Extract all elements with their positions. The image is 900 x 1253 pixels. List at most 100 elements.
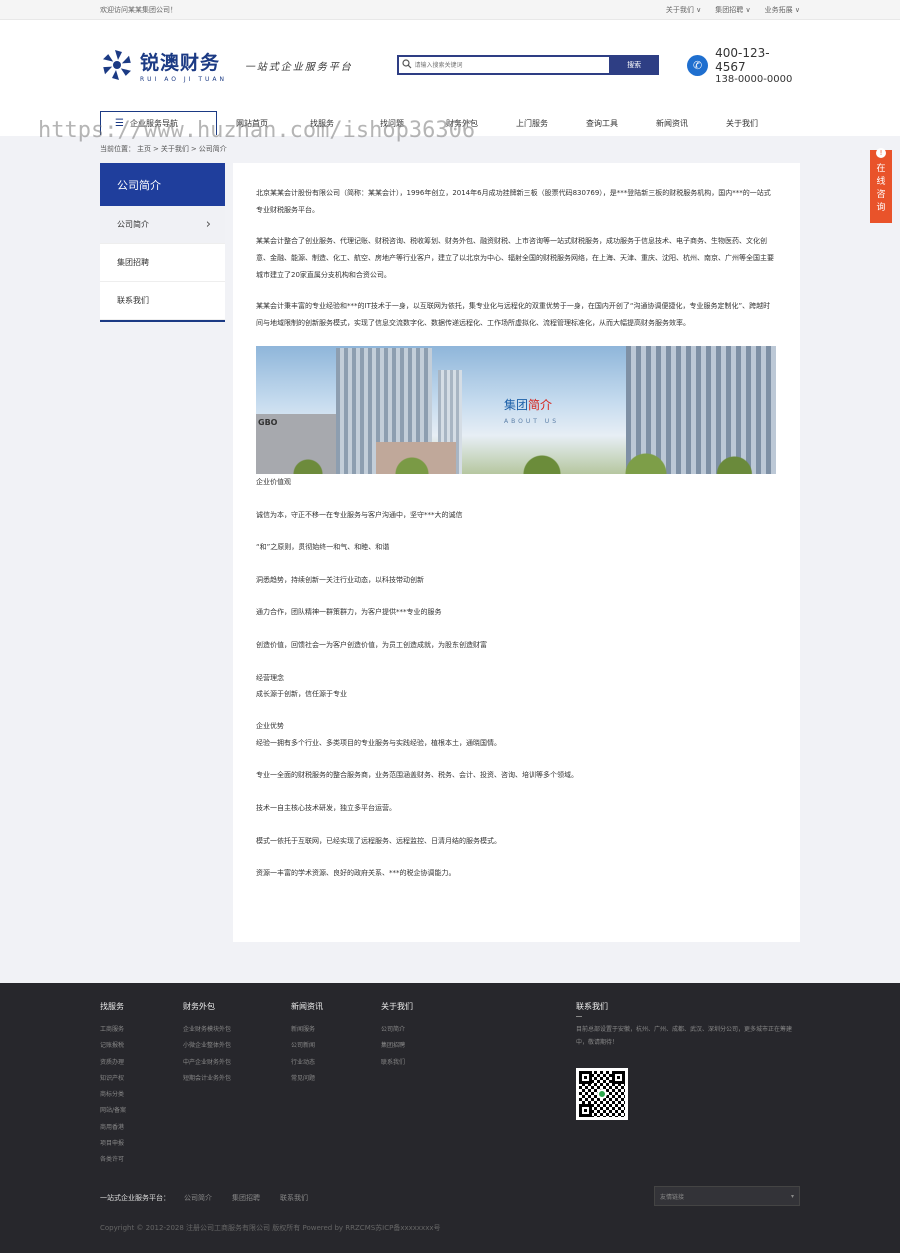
footer-bottom-link[interactable]: 集团招聘 <box>232 1193 260 1203</box>
slogan: 一站式企业服务平台 <box>244 61 353 73</box>
footer-col-title: 关于我们 <box>381 1002 413 1011</box>
hotline: ✆ 400-123-4567 138-0000-0000 <box>687 46 800 85</box>
search-input[interactable] <box>414 57 610 73</box>
logo-mark-icon <box>100 48 134 82</box>
sidebar-item-label: 联系我们 <box>117 296 149 305</box>
breadcrumb-about[interactable]: 关于我们 <box>161 145 189 153</box>
phone-secondary: 138-0000-0000 <box>715 73 793 85</box>
content-line: “和”之原则，贯彻始终一和气、和睦、和谐 <box>256 543 390 552</box>
logo-name: 锐澳财务 <box>140 51 221 74</box>
footer-link[interactable]: 工商服务 <box>100 1022 126 1038</box>
footer-link[interactable]: 中产企业财务外包 <box>183 1055 231 1071</box>
nav-item-home[interactable]: 网站首页 <box>217 118 287 129</box>
footer-bottom-link[interactable]: 联系我们 <box>280 1193 308 1203</box>
content-line: 企业价值观 <box>256 478 291 486</box>
breadcrumb-home[interactable]: 主页 <box>137 145 151 153</box>
service-nav-label: 企业服务导航 <box>129 119 178 128</box>
top-bar: 欢迎访问某某集团公司！ 关于我们 ∨ 集团招聘 ∨ 业务拓展 ∨ <box>0 0 900 20</box>
contact-text: 目前总部设置于安徽，杭州、广州、成都、武汉、深圳分公司，更多城市正在筹建中，敬请… <box>576 1026 793 1046</box>
footer-link[interactable]: 集团招聘 <box>381 1038 413 1054</box>
breadcrumb: 当前位置： 主页 > 关于我们 > 公司简介 <box>100 144 229 154</box>
content-line: 洞悉趋势，持续创新一关注行业动态，以科技带动创新 <box>256 575 424 584</box>
footer-col-title: 财务外包 <box>183 1002 215 1011</box>
top-link-business[interactable]: 业务拓展 ∨ <box>765 5 800 15</box>
content-line: 技术一自主核心技术研发，独立多平台运营。 <box>256 803 396 812</box>
footer-link[interactable]: 商标分类 <box>100 1087 126 1103</box>
footer-link[interactable]: 联系我们 <box>381 1055 413 1071</box>
top-links: 关于我们 ∨ 集团招聘 ∨ 业务拓展 ∨ <box>666 5 800 15</box>
spacer-line <box>256 621 777 637</box>
footer-link[interactable]: 记账报税 <box>100 1038 126 1054</box>
values-list: 企业价值观诚信为本，守正不移一在专业服务与客户沟通中，坚守***大的诚信 “和”之… <box>256 474 777 881</box>
nav-item-services[interactable]: 找服务 <box>287 118 357 129</box>
footer-link[interactable]: 项目申报 <box>100 1136 126 1152</box>
footer-link[interactable]: 公司简介 <box>381 1022 413 1038</box>
content-line: 企业优势 <box>256 722 284 731</box>
footer-link[interactable]: 常见问题 <box>291 1071 323 1087</box>
nav-item-about[interactable]: 关于我们 <box>707 118 777 129</box>
footer-link[interactable]: 公司新闻 <box>291 1038 323 1054</box>
sidebar-title: 公司简介 <box>100 163 225 206</box>
spacer-line <box>256 523 777 539</box>
search-icon <box>399 58 415 72</box>
content-line: 经营理念 <box>256 673 284 682</box>
spacer-line <box>256 653 777 669</box>
search-box: 搜索 <box>396 55 660 75</box>
top-link-recruit[interactable]: 集团招聘 ∨ <box>715 5 750 15</box>
banner-subtitle: ABOUT US <box>504 418 560 425</box>
nav-item-news[interactable]: 新闻资讯 <box>637 118 707 129</box>
footer-link[interactable]: 知识产权 <box>100 1071 126 1087</box>
spacer-line <box>256 751 777 767</box>
nav-item-outsourcing[interactable]: 财务外包 <box>427 118 497 129</box>
footer-col-news: 新闻资讯 新闻服务 公司新闻 行业动态 常见问题 <box>291 1001 323 1087</box>
footer-link[interactable]: 各类许可 <box>100 1152 126 1168</box>
menu-icon: ☰ <box>115 118 124 129</box>
content-line: 通力合作，团队精神一群策群力，为客户提供***专业的服务 <box>256 608 442 617</box>
phone-icon: ✆ <box>687 54 709 76</box>
footer-link[interactable]: 小微企业整体外包 <box>183 1038 231 1054</box>
intro-paragraph: 某某会计秉丰富的专业经验和***的IT技术于一身，以互联网为依托，集专业化与远程… <box>256 302 771 327</box>
logo[interactable]: 锐澳财务 RUI AO JI TUAN <box>100 48 240 83</box>
article-content: 北京某某会计股份有限公司（简称：某某会计），1996年创立，2014年6月成功挂… <box>233 163 800 942</box>
top-link-about[interactable]: 关于我们 ∨ <box>666 5 701 15</box>
nav-item-tools[interactable]: 查询工具 <box>567 118 637 129</box>
sidebar-item-recruit[interactable]: 集团招聘 <box>100 244 225 282</box>
footer-link[interactable]: 行业动态 <box>291 1055 323 1071</box>
footer-contact: 联系我们 目前总部设置于安徽，杭州、广州、成都、武汉、深圳分公司，更多城市正在筹… <box>576 1001 802 1049</box>
footer-link[interactable]: 新闻服务 <box>291 1022 323 1038</box>
qr-code-icon <box>576 1068 628 1120</box>
main-nav: ☰ 企业服务导航 网站首页 找服务 找问题 财务外包 上门服务 查询工具 新闻资… <box>100 111 800 135</box>
sidebar-item-contact[interactable]: 联系我们 <box>100 282 225 320</box>
intro-paragraph: 某某会计整合了创业服务、代理记账、财税咨询、税收筹划、财务外包、融资财税、上市咨… <box>256 237 774 279</box>
friend-links-select[interactable]: 友情链接 ▾ <box>654 1186 800 1206</box>
intro-paragraph: 北京某某会计股份有限公司（简称：某某会计），1996年创立，2014年6月成功挂… <box>256 189 771 214</box>
spacer-line <box>256 849 777 865</box>
footer-bottom-link[interactable]: 公司简介 <box>184 1193 212 1203</box>
banner-sign: GBO <box>258 418 278 427</box>
footer-link[interactable]: 短期会计业务外包 <box>183 1071 231 1087</box>
content-line: 成长源于创新，信任源于专业 <box>256 689 347 698</box>
content-line: 专业一全面的财税服务的整合服务商，业务范围涵盖财务、税务、会计、投资、咨询、培训… <box>256 771 578 780</box>
copyright: Copyright © 2012-2028 注册公司工商服务有限公司 版权所有 … <box>100 1224 441 1232</box>
breadcrumb-current: 公司简介 <box>198 145 227 153</box>
nav-item-questions[interactable]: 找问题 <box>357 118 427 129</box>
content-line: 创造价值，回馈社会一为客户创造价值，为员工创造成就，为股东创造财富 <box>256 640 487 649</box>
nav-item-onsite[interactable]: 上门服务 <box>497 118 567 129</box>
search-button[interactable]: 搜索 <box>609 55 660 75</box>
spacer-line <box>256 555 777 571</box>
sidebar-item-label: 集团招聘 <box>117 258 149 267</box>
banner-title-a: 集团 <box>504 398 529 412</box>
chevron-down-icon: ▾ <box>790 1192 794 1200</box>
sidebar-item-profile[interactable]: 公司简介 › <box>100 206 225 244</box>
service-nav-toggle[interactable]: ☰ 企业服务导航 <box>100 111 217 135</box>
sidebar-item-label: 公司简介 <box>117 220 149 229</box>
spacer-line <box>256 816 777 832</box>
content-line: 诚信为本，守正不移一在专业服务与客户沟通中，坚守***大的诚信 <box>256 510 463 519</box>
contact-title: 联系我们 <box>576 1002 608 1011</box>
footer-link[interactable]: 企业财务模块外包 <box>183 1022 231 1038</box>
footer-link[interactable]: 网站/备案 <box>100 1103 126 1119</box>
consult-label: 在 <box>876 164 886 174</box>
footer-link[interactable]: 资质办理 <box>100 1055 126 1071</box>
footer-link[interactable]: 商用香港 <box>100 1120 126 1136</box>
online-consult-button[interactable]: ! 在 线 咨 询 <box>870 148 892 223</box>
